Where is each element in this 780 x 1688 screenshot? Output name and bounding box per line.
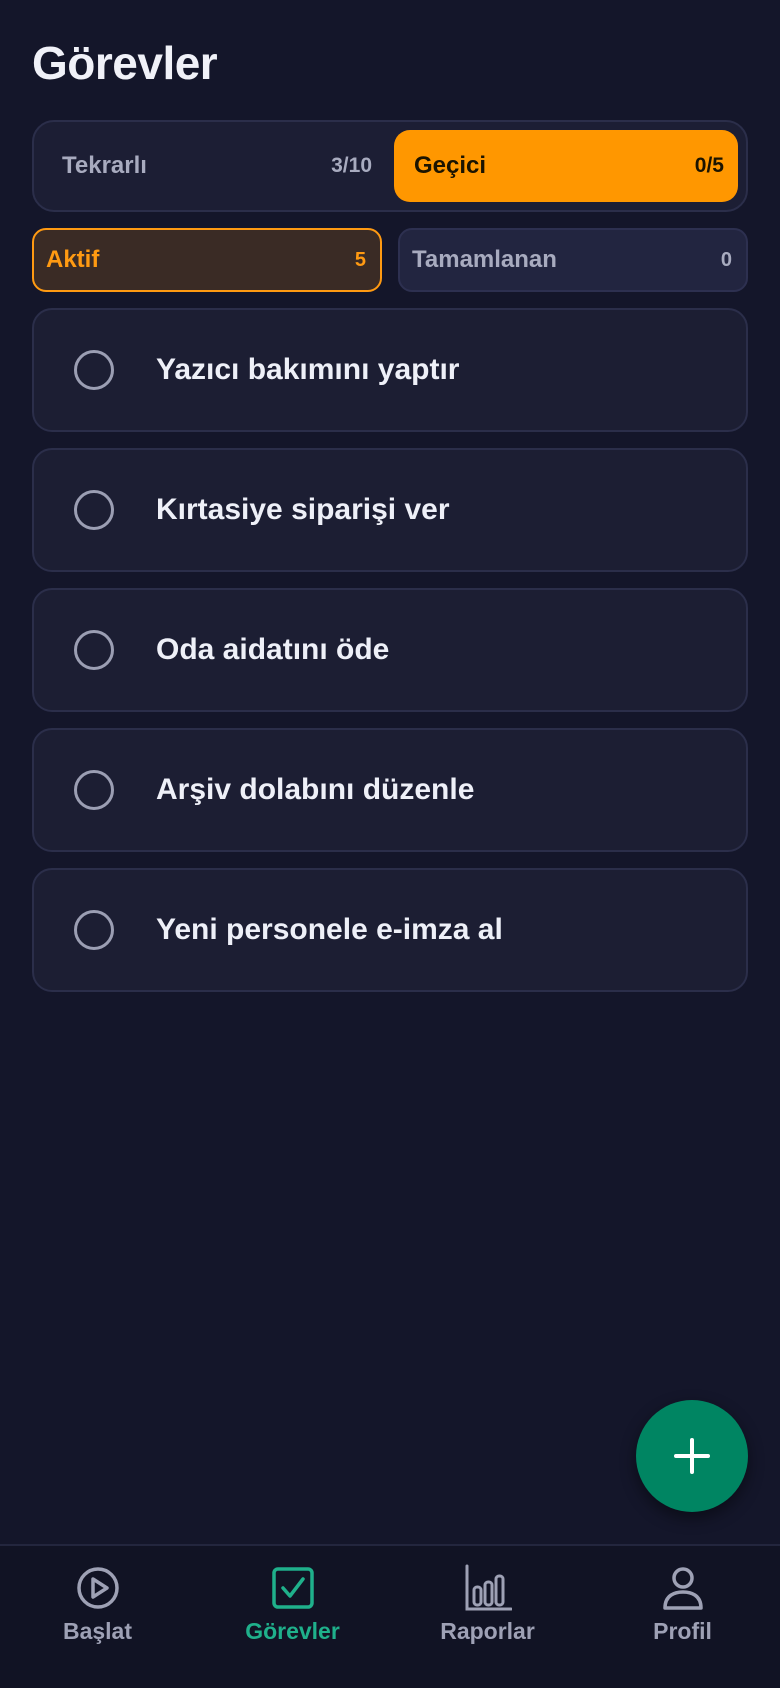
add-task-button[interactable] <box>636 1400 748 1512</box>
tab-reports[interactable]: Raporlar <box>390 1546 585 1688</box>
task-type-segment: Tekrarlı 3/10 Geçici 0/5 <box>32 120 748 212</box>
tab-reports-label: Raporlar <box>440 1618 535 1644</box>
play-circle-icon <box>76 1567 119 1609</box>
filter-active-count: 5 <box>354 248 366 271</box>
task-item[interactable]: Arşiv dolabını düzenle <box>32 728 748 852</box>
segment-temporary[interactable]: Geçici 0/5 <box>394 130 738 202</box>
person-icon <box>662 1567 703 1610</box>
task-title: Oda aidatını öde <box>156 633 390 666</box>
segment-recurring[interactable]: Tekrarlı 3/10 <box>42 130 386 202</box>
segment-temporary-count: 0/5 <box>694 154 724 177</box>
task-item[interactable]: Yeni personele e-imza al <box>32 868 748 992</box>
bar-chart-icon <box>465 1564 512 1611</box>
task-item[interactable]: Oda aidatını öde <box>32 588 748 712</box>
filter-active[interactable]: Aktif 5 <box>32 228 382 292</box>
segment-recurring-count: 3/10 <box>331 154 372 177</box>
tab-start-label: Başlat <box>62 1618 133 1644</box>
tab-start[interactable]: Başlat <box>0 1546 195 1688</box>
tab-tasks-label: Görevler <box>245 1618 340 1644</box>
task-title: Kırtasiye siparişi ver <box>156 493 450 526</box>
task-item[interactable]: Yazıcı bakımını yaptır <box>32 308 748 432</box>
checkbox-circle-icon[interactable] <box>74 490 114 530</box>
plus-icon <box>674 1438 710 1474</box>
checkbox-circle-icon[interactable] <box>74 630 114 670</box>
status-filters: Aktif 5 Tamamlanan 0 <box>32 228 748 292</box>
filter-active-label: Aktif <box>46 246 100 273</box>
filter-completed-count: 0 <box>720 248 732 271</box>
segment-recurring-label: Tekrarlı <box>62 152 147 179</box>
task-title: Yazıcı bakımını yaptır <box>156 353 460 386</box>
tab-tasks[interactable]: Görevler <box>195 1546 390 1688</box>
tab-profile-label: Profil <box>653 1618 712 1644</box>
task-list: Yazıcı bakımını yaptır Kırtasiye sipariş… <box>32 308 748 1008</box>
filter-completed-label: Tamamlanan <box>412 246 557 273</box>
segment-temporary-label: Geçici <box>414 152 487 179</box>
page-title: Görevler <box>32 37 218 89</box>
checkbox-circle-icon[interactable] <box>74 910 114 950</box>
tasks-screen: Görevler Tekrarlı 3/10 Geçici 0/5 Aktif … <box>0 0 780 1688</box>
tab-profile[interactable]: Profil <box>585 1546 780 1688</box>
checkbox-circle-icon[interactable] <box>74 770 114 810</box>
checkbox-circle-icon[interactable] <box>74 350 114 390</box>
filter-completed[interactable]: Tamamlanan 0 <box>398 228 748 292</box>
task-title: Yeni personele e-imza al <box>156 913 503 946</box>
task-title: Arşiv dolabını düzenle <box>156 773 475 806</box>
bottom-tab-bar: Başlat Görevler Raporlar Profil <box>0 1544 780 1688</box>
task-item[interactable]: Kırtasiye siparişi ver <box>32 448 748 572</box>
checkbox-icon <box>271 1567 314 1609</box>
